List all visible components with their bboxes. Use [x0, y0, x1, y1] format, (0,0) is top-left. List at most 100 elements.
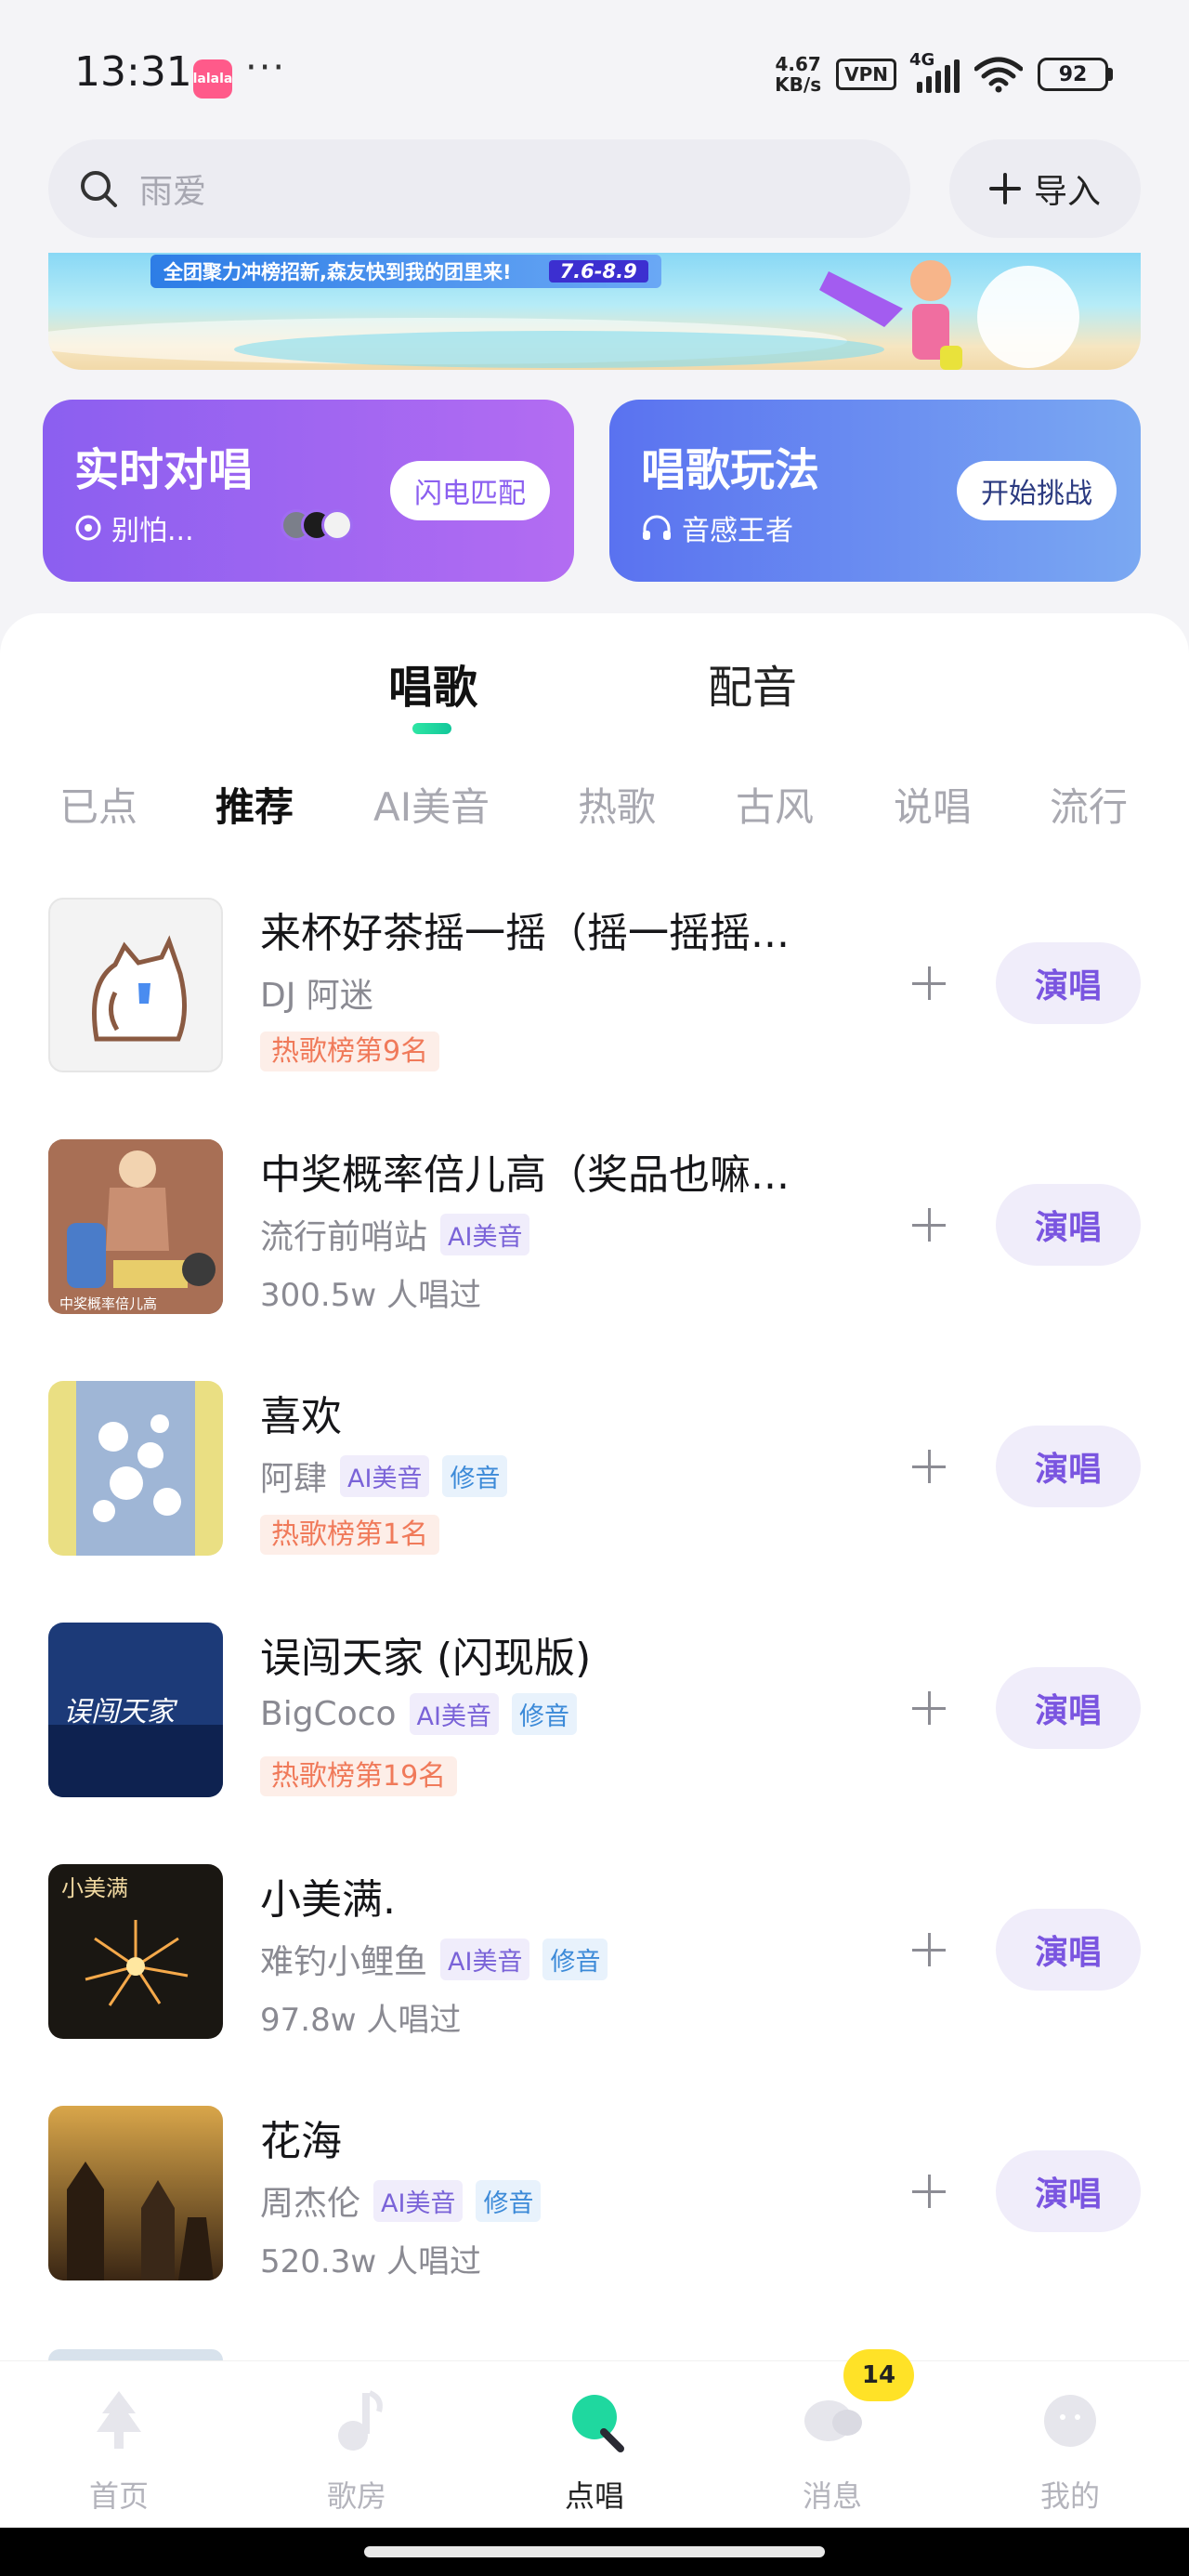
meta-line: 520.3w 人唱过 — [260, 2236, 481, 2281]
start-challenge-button[interactable]: 开始挑战 — [957, 461, 1117, 520]
tab-dubbing[interactable]: 配音 — [708, 651, 797, 716]
nav-karaoke[interactable]: 点唱 — [520, 2385, 669, 2516]
add-song-button[interactable] — [908, 1446, 949, 1487]
lottery-cover-art: 中奖概率倍儿高 — [48, 1139, 223, 1314]
nav-messages[interactable]: 消息 — [758, 2385, 907, 2516]
meta-line: 97.8w 人唱过 — [260, 1994, 461, 2040]
meta-line: 热歌榜第19名 — [260, 1753, 458, 1796]
song-row[interactable]: 花海 周杰伦 AI美音 修音 520.3w 人唱过 演唱 — [0, 2106, 1189, 2310]
avatar — [321, 509, 353, 541]
meta-line: 300.5w 人唱过 — [260, 1269, 481, 1315]
song-row[interactable]: 喜欢 阿肆 AI美音 修音 热歌榜第1名 演唱 — [0, 1381, 1189, 1585]
album-cover: 误闯天家 — [48, 1623, 223, 1797]
import-button[interactable]: 导入 — [949, 139, 1141, 238]
search-placeholder: 雨爱 — [139, 173, 207, 211]
tab-ordered[interactable]: 已点 — [59, 776, 137, 833]
tab-recommended[interactable]: 推荐 — [216, 776, 294, 833]
artist-name: 阿肆 — [260, 1460, 328, 1498]
disc-icon — [75, 515, 101, 541]
add-song-button[interactable] — [908, 1929, 949, 1970]
song-row[interactable]: 中奖概率倍儿高 中奖概率倍儿高（奖品也嘛... 流行前哨站 AI美音 300.5… — [0, 1139, 1189, 1344]
chart-rank-badge: 热歌榜第1名 — [260, 1515, 440, 1555]
sparkler-cover-art: 小美满 — [48, 1864, 223, 2039]
more-notifications-icon: ··· — [245, 46, 287, 89]
artist-name: DJ 阿迷 — [260, 977, 373, 1015]
home-gesture-bar[interactable] — [364, 2546, 825, 2557]
flowers-cover-art — [48, 1381, 223, 1556]
song-row[interactable]: 来杯好茶摇一摇（摇一摇摇... DJ 阿迷 热歌榜第9名 演唱 — [0, 898, 1189, 1102]
pitch-fix-tag: 修音 — [442, 1454, 508, 1497]
song-title: 花海 — [260, 2118, 342, 2165]
sing-button[interactable]: 演唱 — [996, 1184, 1141, 1266]
sing-button[interactable]: 演唱 — [996, 1909, 1141, 1991]
cover-caption: 中奖概率倍儿高 — [59, 1295, 157, 1312]
realtime-duet-card[interactable]: 实时对唱 别怕... 闪电匹配 — [43, 400, 574, 582]
chart-rank-badge: 热歌榜第9名 — [260, 1032, 440, 1071]
add-song-button[interactable] — [908, 963, 949, 1004]
ai-voice-tag: AI美音 — [340, 1454, 430, 1497]
tab-pop[interactable]: 流行 — [1050, 776, 1128, 833]
mascot-illustration — [977, 266, 1079, 368]
banner-text: 全团聚力冲榜招新,森友快到我的团里来! — [163, 261, 512, 283]
add-song-button[interactable] — [908, 2171, 949, 2212]
network-type: 4G — [909, 50, 935, 70]
banner-date: 7.6-8.9 — [548, 260, 648, 283]
search-input[interactable]: 雨爱 — [48, 139, 910, 238]
flash-match-button[interactable]: 闪电匹配 — [390, 461, 550, 520]
avatar-stack — [281, 509, 353, 541]
song-title: 来杯好茶摇一摇（摇一摇摇... — [260, 910, 790, 957]
active-tab-indicator — [412, 723, 451, 734]
nav-profile[interactable]: 我的 — [996, 2385, 1144, 2516]
music-note-icon — [338, 2390, 383, 2451]
pitch-fix-tag: 修音 — [542, 1938, 608, 1980]
album-cover — [48, 2349, 223, 2360]
add-song-button[interactable] — [908, 1688, 949, 1728]
nav-home-label: 首页 — [88, 2478, 149, 2514]
tab-hot[interactable]: 热歌 — [578, 776, 656, 833]
network-speed: 4.67 KB/s — [775, 54, 821, 95]
song-title: 中奖概率倍儿高（奖品也嘛... — [260, 1151, 790, 1199]
status-right: 4.67 KB/s VPN 4G 92 — [775, 50, 1113, 95]
tab-ai-voice[interactable]: AI美音 — [373, 776, 490, 833]
category-tabs: 已点 推荐 AI美音 热歌 古风 说唱 流行 — [0, 776, 1189, 841]
sung-count: 300.5w 人唱过 — [260, 1277, 481, 1314]
system-nav-bar — [0, 2528, 1189, 2576]
pitch-fix-tag: 修音 — [511, 1693, 577, 1735]
song-title: 喜欢 — [260, 1393, 342, 1440]
ai-voice-tag: AI美音 — [440, 1938, 530, 1980]
guitar-character-illustration — [819, 260, 962, 370]
artist-line: 流行前哨站 AI美音 — [260, 1210, 530, 1258]
game-subtitle-row: 音感王者 — [641, 507, 793, 548]
sing-button[interactable]: 演唱 — [996, 1426, 1141, 1507]
sing-button[interactable]: 演唱 — [996, 2150, 1141, 2232]
chart-rank-badge: 热歌榜第19名 — [260, 1756, 458, 1796]
nav-song-room[interactable]: 歌房 — [282, 2385, 431, 2516]
artist-line: DJ 阿迷 — [260, 968, 373, 1017]
artist-name: 难钓小鲤鱼 — [260, 1943, 428, 1981]
cover-caption: 误闯天家 — [63, 1696, 178, 1728]
song-row[interactable]: 小美满 小美满. 难钓小鲤鱼 AI美音 修音 97.8w 人唱过 演唱 — [0, 1864, 1189, 2069]
artist-line: 阿肆 AI美音 修音 — [260, 1452, 508, 1500]
tab-ancient-style[interactable]: 古风 — [736, 776, 814, 833]
status-bar: 13:31 lalala ··· 4.67 KB/s VPN 4G 92 — [0, 0, 1189, 139]
tab-sing[interactable]: 唱歌 — [388, 651, 477, 716]
vpn-icon: VPN — [836, 59, 896, 90]
nav-home[interactable]: 首页 — [45, 2385, 193, 2516]
artist-line: 周杰伦 AI美音 修音 — [260, 2176, 542, 2225]
signal-icon: 4G — [909, 50, 960, 93]
app-notification-icon: lalala — [193, 59, 232, 99]
song-row[interactable]: 误闯天家 误闯天家 (闪现版) BigCoco AI美音 修音 热歌榜第19名 … — [0, 1623, 1189, 1827]
sing-game-card[interactable]: 唱歌玩法 音感王者 开始挑战 — [609, 400, 1141, 582]
sing-button[interactable]: 演唱 — [996, 942, 1141, 1024]
add-song-button[interactable] — [908, 1204, 949, 1245]
pitch-fix-tag: 修音 — [476, 2179, 542, 2222]
castle-cover-art — [48, 2106, 223, 2280]
album-cover — [48, 1381, 223, 1556]
duet-title: 实时对唱 — [74, 444, 254, 496]
album-cover — [48, 898, 223, 1072]
sing-button[interactable]: 演唱 — [996, 1667, 1141, 1749]
song-sheet: 唱歌 配音 已点 推荐 AI美音 热歌 古风 说唱 流行 来杯好茶摇一摇（摇一摇… — [0, 613, 1189, 2360]
nav-profile-label: 我的 — [1039, 2478, 1100, 2514]
tab-rap[interactable]: 说唱 — [894, 776, 972, 833]
promo-banner[interactable]: 全团聚力冲榜招新,森友快到我的团里来! 7.6-8.9 — [48, 253, 1141, 370]
